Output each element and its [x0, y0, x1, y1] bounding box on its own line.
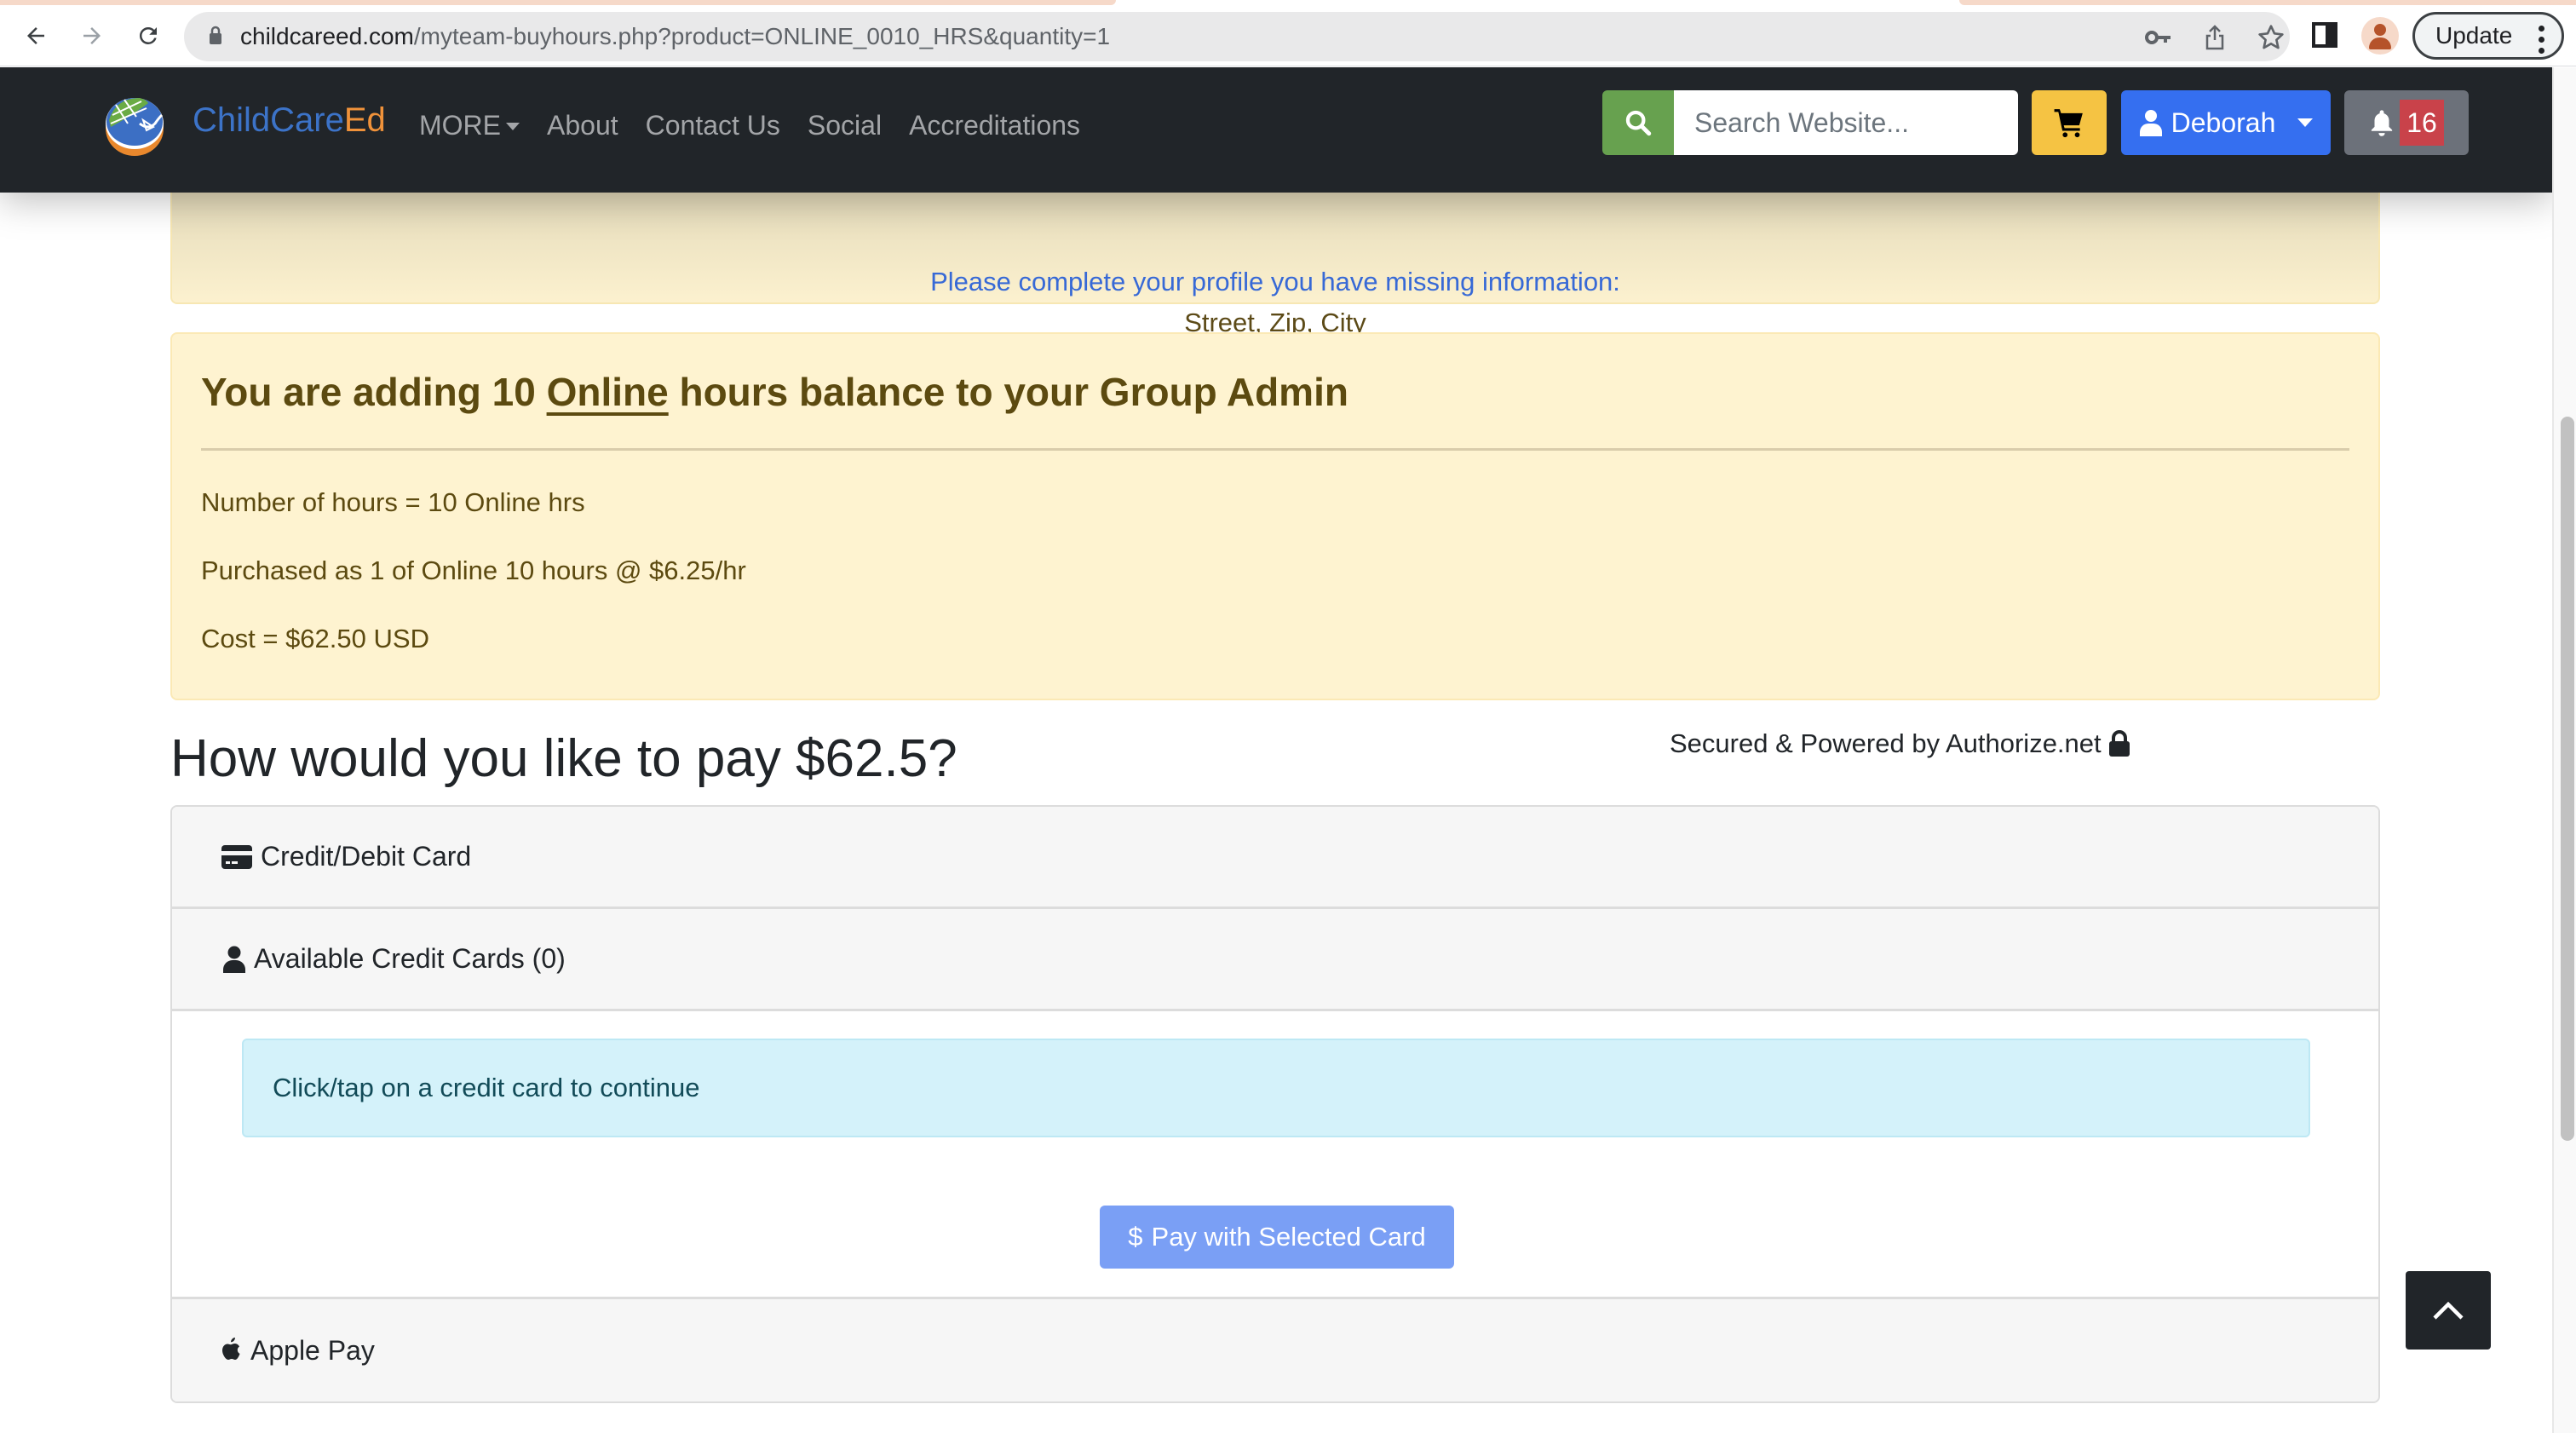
- lock-icon: [210, 26, 221, 44]
- side-panel-icon[interactable]: [2312, 22, 2337, 48]
- chevron-up-icon: [2433, 1301, 2464, 1320]
- update-label: Update: [2435, 22, 2513, 49]
- credit-debit-card-label: Credit/Debit Card: [261, 841, 472, 872]
- address-bar[interactable]: childcareed.com/myteam-buyhours.php?prod…: [184, 12, 2290, 61]
- user-menu-button[interactable]: Deborah: [2121, 90, 2331, 155]
- search-icon: [1625, 110, 1652, 136]
- childcareed-logo[interactable]: [99, 89, 170, 161]
- purchase-line: Purchased as 1 of Online 10 hours @ $6.2…: [201, 555, 746, 585]
- summary-title: You are adding 10 Online hours balance t…: [201, 370, 1348, 414]
- payment-heading: How would you like to pay $62.5?: [170, 729, 957, 788]
- notification-count-badge: 16: [2400, 100, 2444, 146]
- profile-avatar[interactable]: [2361, 17, 2399, 55]
- user-icon: [2139, 110, 2162, 136]
- payment-accordion: Credit/Debit Card Available Credit Cards…: [170, 805, 2380, 1403]
- search-button[interactable]: [1602, 90, 1674, 155]
- nav-about[interactable]: About: [547, 106, 618, 144]
- bell-icon: [2372, 110, 2393, 136]
- credit-debit-card-section[interactable]: Credit/Debit Card: [172, 807, 2378, 909]
- caret-down-icon: [506, 122, 520, 130]
- profile-alert-message[interactable]: Please complete your profile you have mi…: [172, 265, 2378, 299]
- back-button[interactable]: [17, 17, 55, 55]
- select-card-info-alert: Click/tap on a credit card to continue: [242, 1039, 2310, 1137]
- nav-more-dropdown[interactable]: MORE: [419, 106, 520, 144]
- forward-button[interactable]: [73, 17, 111, 55]
- arrow-right-icon: [83, 27, 101, 44]
- bookmark-star-icon[interactable]: [2256, 22, 2286, 53]
- reload-button[interactable]: [129, 17, 167, 55]
- apple-icon: [222, 1338, 240, 1360]
- page-viewport: ChildCareEd MORE About Contact Us Social…: [0, 67, 2552, 1433]
- nav-contact-us[interactable]: Contact Us: [646, 106, 780, 144]
- apple-pay-label: Apple Pay: [250, 1334, 375, 1366]
- password-key-icon[interactable]: [2143, 22, 2174, 53]
- reload-icon: [139, 26, 157, 44]
- online-link[interactable]: Online: [547, 370, 669, 414]
- available-credit-cards-label: Available Credit Cards (0): [254, 943, 566, 974]
- caret-down-icon: [2297, 118, 2314, 127]
- shopping-cart-icon: [2054, 109, 2083, 138]
- url-text: childcareed.com/myteam-buyhours.php?prod…: [240, 23, 1111, 49]
- brand-name[interactable]: ChildCareEd: [193, 100, 386, 141]
- main-nav: MORE About Contact Us Social Accreditati…: [419, 106, 1080, 144]
- cart-button[interactable]: [2032, 90, 2107, 155]
- user-icon: [223, 946, 245, 973]
- page-scrollbar[interactable]: [2552, 67, 2576, 1433]
- available-credit-cards-body: Click/tap on a credit card to continue $…: [172, 1011, 2378, 1299]
- site-search: [1602, 90, 2018, 155]
- more-menu-icon[interactable]: [2539, 23, 2544, 56]
- nav-accreditations[interactable]: Accreditations: [909, 106, 1080, 144]
- user-name: Deborah: [2171, 106, 2276, 138]
- back-to-top-button[interactable]: [2406, 1271, 2491, 1350]
- hours-line: Number of hours = 10 Online hrs: [201, 487, 585, 517]
- available-credit-cards-section[interactable]: Available Credit Cards (0): [172, 909, 2378, 1011]
- browser-toolbar: childcareed.com/myteam-buyhours.php?prod…: [0, 5, 2576, 66]
- notifications-button[interactable]: 16: [2344, 90, 2469, 155]
- divider: [201, 448, 2349, 451]
- cost-line: Cost = $62.50 USD: [201, 624, 429, 653]
- search-input[interactable]: [1674, 90, 2018, 155]
- nav-social[interactable]: Social: [808, 106, 882, 144]
- pay-with-selected-card-button[interactable]: $ Pay with Selected Card: [1100, 1206, 1454, 1269]
- credit-card-icon: [221, 844, 252, 869]
- arrow-left-icon: [27, 27, 44, 44]
- purchase-summary-card: You are adding 10 Online hours balance t…: [170, 332, 2380, 700]
- dollar-icon: $: [1128, 1222, 1143, 1252]
- pay-button-label: Pay with Selected Card: [1151, 1222, 1426, 1252]
- site-navbar: ChildCareEd MORE About Contact Us Social…: [0, 67, 2552, 193]
- secured-by-text: Secured & Powered by Authorize.net: [1670, 727, 2130, 761]
- apple-pay-section[interactable]: Apple Pay: [172, 1299, 2378, 1401]
- share-icon[interactable]: [2199, 22, 2230, 53]
- scrollbar-thumb[interactable]: [2561, 417, 2574, 1141]
- update-button[interactable]: Update: [2412, 12, 2564, 60]
- lock-icon: [2108, 730, 2130, 757]
